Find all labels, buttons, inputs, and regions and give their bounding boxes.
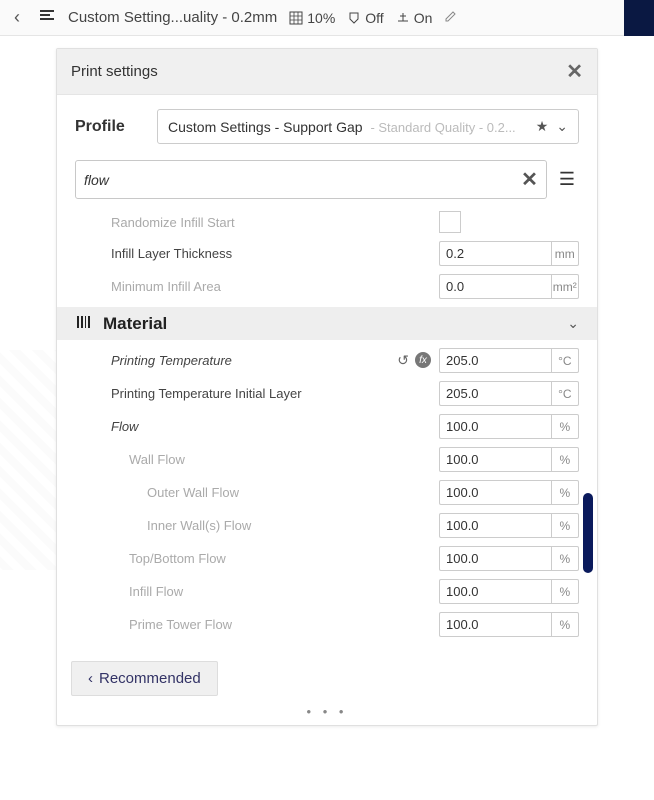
top-toolbar: ‹ Custom Setting...uality - 0.2mm 10% Of… — [0, 0, 654, 36]
setting-label: Infill Layer Thickness — [75, 246, 439, 261]
setting-row: Flow% — [57, 410, 597, 443]
setting-input[interactable] — [439, 348, 551, 373]
setting-label: Outer Wall Flow — [75, 485, 439, 500]
setting-row: Minimum Infill Area mm² — [57, 270, 597, 303]
adhesion-icon — [396, 11, 410, 25]
setting-label: Wall Flow — [75, 452, 439, 467]
reset-icon[interactable]: ↺ — [397, 352, 409, 369]
setting-input-wrap: % — [439, 612, 579, 637]
setting-checkbox[interactable] — [439, 211, 461, 233]
setting-input[interactable] — [439, 513, 551, 538]
search-row: ✕ ☰ — [57, 152, 597, 203]
setting-input-wrap — [439, 211, 579, 233]
setting-label: Prime Tower Flow — [75, 617, 439, 632]
star-icon[interactable]: ★ — [536, 118, 549, 135]
profile-icon — [38, 7, 56, 28]
setting-input-wrap: mm² — [439, 274, 579, 299]
chevron-left-icon: ‹ — [88, 670, 93, 687]
section-title: Material — [103, 314, 167, 334]
setting-row: Inner Wall(s) Flow% — [57, 509, 597, 542]
setting-row: Wall Flow% — [57, 443, 597, 476]
toolbar-title: Custom Setting...uality - 0.2mm — [68, 9, 277, 26]
chevron-down-icon: ⌄ — [567, 315, 579, 332]
setting-input[interactable] — [439, 381, 551, 406]
chevron-down-icon[interactable]: ⌄ — [556, 118, 568, 135]
setting-unit: % — [551, 513, 579, 538]
setting-input[interactable] — [439, 414, 551, 439]
hamburger-icon[interactable]: ☰ — [555, 165, 579, 194]
setting-row: Infill Flow% — [57, 575, 597, 608]
panel-footer: ‹ Recommended — [57, 651, 597, 702]
setting-input-wrap: mm — [439, 241, 579, 266]
profile-row: Profile Custom Settings - Support Gap - … — [57, 95, 597, 152]
setting-input[interactable] — [439, 612, 551, 637]
setting-row: Infill Layer Thickness mm — [57, 237, 597, 270]
setting-label: Printing Temperature — [75, 353, 397, 368]
fx-icon[interactable]: fx — [415, 352, 431, 368]
infill-icon — [289, 11, 303, 25]
section-header-material[interactable]: Material ⌄ — [57, 307, 597, 340]
search-input[interactable] — [84, 172, 521, 188]
setting-input-wrap: % — [439, 546, 579, 571]
setting-row: Printing Temperature Initial Layer °C — [57, 377, 597, 410]
infill-stat: 10% — [289, 10, 335, 26]
profile-label: Profile — [75, 118, 145, 136]
panel-header: Print settings ✕ — [57, 49, 597, 95]
close-button[interactable]: ✕ — [566, 59, 583, 84]
setting-row: Top/Bottom Flow% — [57, 542, 597, 575]
setting-row: Randomize Infill Start — [57, 207, 597, 237]
print-settings-panel: Print settings ✕ Profile Custom Settings… — [56, 48, 598, 726]
drag-handle-dots[interactable]: • • • — [57, 702, 597, 725]
setting-label: Flow — [75, 419, 439, 434]
setting-row: Printing Temperature↺ fx °C — [57, 344, 597, 377]
adhesion-stat: On — [396, 10, 433, 26]
setting-unit: % — [551, 480, 579, 505]
setting-input-wrap: % — [439, 414, 579, 439]
setting-unit: mm² — [551, 274, 579, 299]
back-button[interactable]: ‹ — [8, 7, 26, 28]
setting-input-wrap: % — [439, 579, 579, 604]
setting-label: Inner Wall(s) Flow — [75, 518, 439, 533]
setting-unit: % — [551, 579, 579, 604]
setting-input-wrap: % — [439, 513, 579, 538]
setting-input-wrap: °C — [439, 348, 579, 373]
setting-input[interactable] — [439, 480, 551, 505]
setting-input-wrap: % — [439, 480, 579, 505]
settings-list: Randomize Infill Start Infill Layer Thick… — [57, 203, 597, 651]
support-icon — [347, 11, 361, 25]
profile-selector[interactable]: Custom Settings - Support Gap - Standard… — [157, 109, 579, 144]
setting-label: Minimum Infill Area — [75, 279, 439, 294]
setting-unit: % — [551, 414, 579, 439]
pencil-icon[interactable] — [444, 9, 458, 26]
setting-unit: mm — [551, 241, 579, 266]
setting-input[interactable] — [439, 546, 551, 571]
setting-label: Printing Temperature Initial Layer — [75, 386, 439, 401]
setting-row: Outer Wall Flow% — [57, 476, 597, 509]
setting-input-wrap: °C — [439, 381, 579, 406]
setting-input-wrap: % — [439, 447, 579, 472]
panel-title: Print settings — [71, 63, 158, 80]
material-icon — [75, 313, 93, 334]
setting-unit: % — [551, 612, 579, 637]
setting-input[interactable] — [439, 579, 551, 604]
recommended-button[interactable]: ‹ Recommended — [71, 661, 218, 696]
setting-label: Infill Flow — [75, 584, 439, 599]
search-box: ✕ — [75, 160, 547, 199]
topbar-accent — [624, 0, 654, 36]
background-grid — [0, 350, 60, 570]
setting-label: Top/Bottom Flow — [75, 551, 439, 566]
setting-input[interactable] — [439, 447, 551, 472]
setting-unit: °C — [551, 348, 579, 373]
setting-unit: % — [551, 546, 579, 571]
clear-search-button[interactable]: ✕ — [521, 167, 538, 192]
setting-input[interactable] — [439, 274, 551, 299]
support-stat: Off — [347, 10, 383, 26]
setting-row: Prime Tower Flow% — [57, 608, 597, 641]
setting-unit: % — [551, 447, 579, 472]
setting-input[interactable] — [439, 241, 551, 266]
setting-label: Randomize Infill Start — [75, 215, 439, 230]
setting-unit: °C — [551, 381, 579, 406]
scrollbar-thumb[interactable] — [583, 493, 593, 573]
